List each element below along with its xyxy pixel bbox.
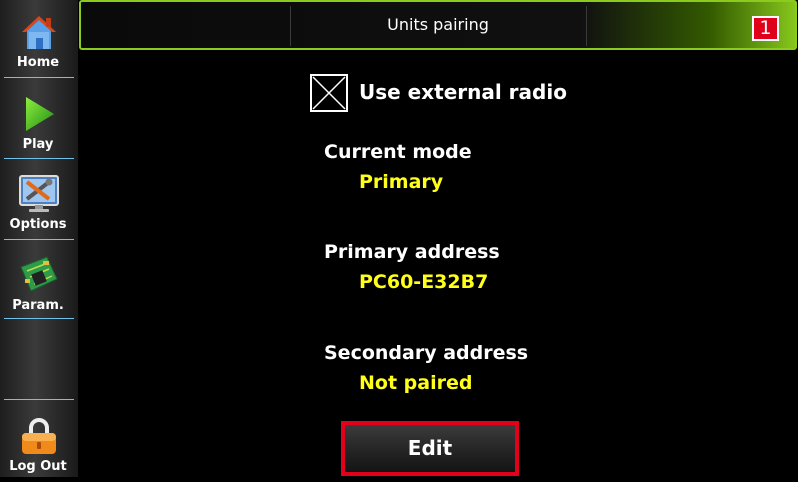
sidebar-item-label: Param. — [12, 298, 64, 313]
sidebar-divider — [4, 239, 74, 240]
sidebar-item-label: Play — [22, 137, 54, 152]
circuit-board-icon — [20, 256, 58, 292]
primary-address-value: PC60-E32B7 — [359, 271, 489, 293]
external-radio-label[interactable]: Use external radio — [359, 80, 567, 104]
secondary-address-label: Secondary address — [324, 342, 529, 364]
sidebar-item-play[interactable]: Play — [0, 82, 78, 160]
sidebar-divider — [4, 318, 74, 319]
notification-badge[interactable]: 1 — [752, 16, 779, 41]
sidebar-divider — [4, 77, 74, 78]
checkbox-cross-icon — [312, 76, 346, 110]
sidebar-item-label: Log Out — [9, 459, 67, 474]
tools-icon — [19, 175, 59, 212]
external-radio-checkbox[interactable] — [310, 74, 348, 112]
edit-button[interactable]: Edit — [341, 421, 519, 476]
lock-icon — [22, 418, 56, 454]
sidebar-item-logout[interactable]: Log Out — [0, 404, 78, 482]
sidebar-item-label: Options — [9, 217, 67, 232]
sidebar: Home Play Options Param. Log Out — [0, 0, 78, 477]
sidebar-item-param[interactable]: Param. — [0, 243, 78, 321]
current-mode-value: Primary — [359, 171, 444, 193]
page-title: Units pairing — [387, 15, 489, 34]
home-icon — [22, 16, 56, 49]
sidebar-item-options[interactable]: Options — [0, 162, 78, 240]
sidebar-item-home[interactable]: Home — [0, 0, 78, 78]
current-mode-label: Current mode — [324, 141, 472, 163]
sidebar-divider — [4, 158, 74, 159]
secondary-address-value: Not paired — [359, 372, 473, 394]
sidebar-divider — [4, 399, 74, 400]
primary-address-label: Primary address — [324, 241, 500, 263]
header-bar: Units pairing 1 — [79, 0, 797, 50]
sidebar-item-label: Home — [16, 55, 60, 70]
play-icon — [26, 97, 54, 131]
